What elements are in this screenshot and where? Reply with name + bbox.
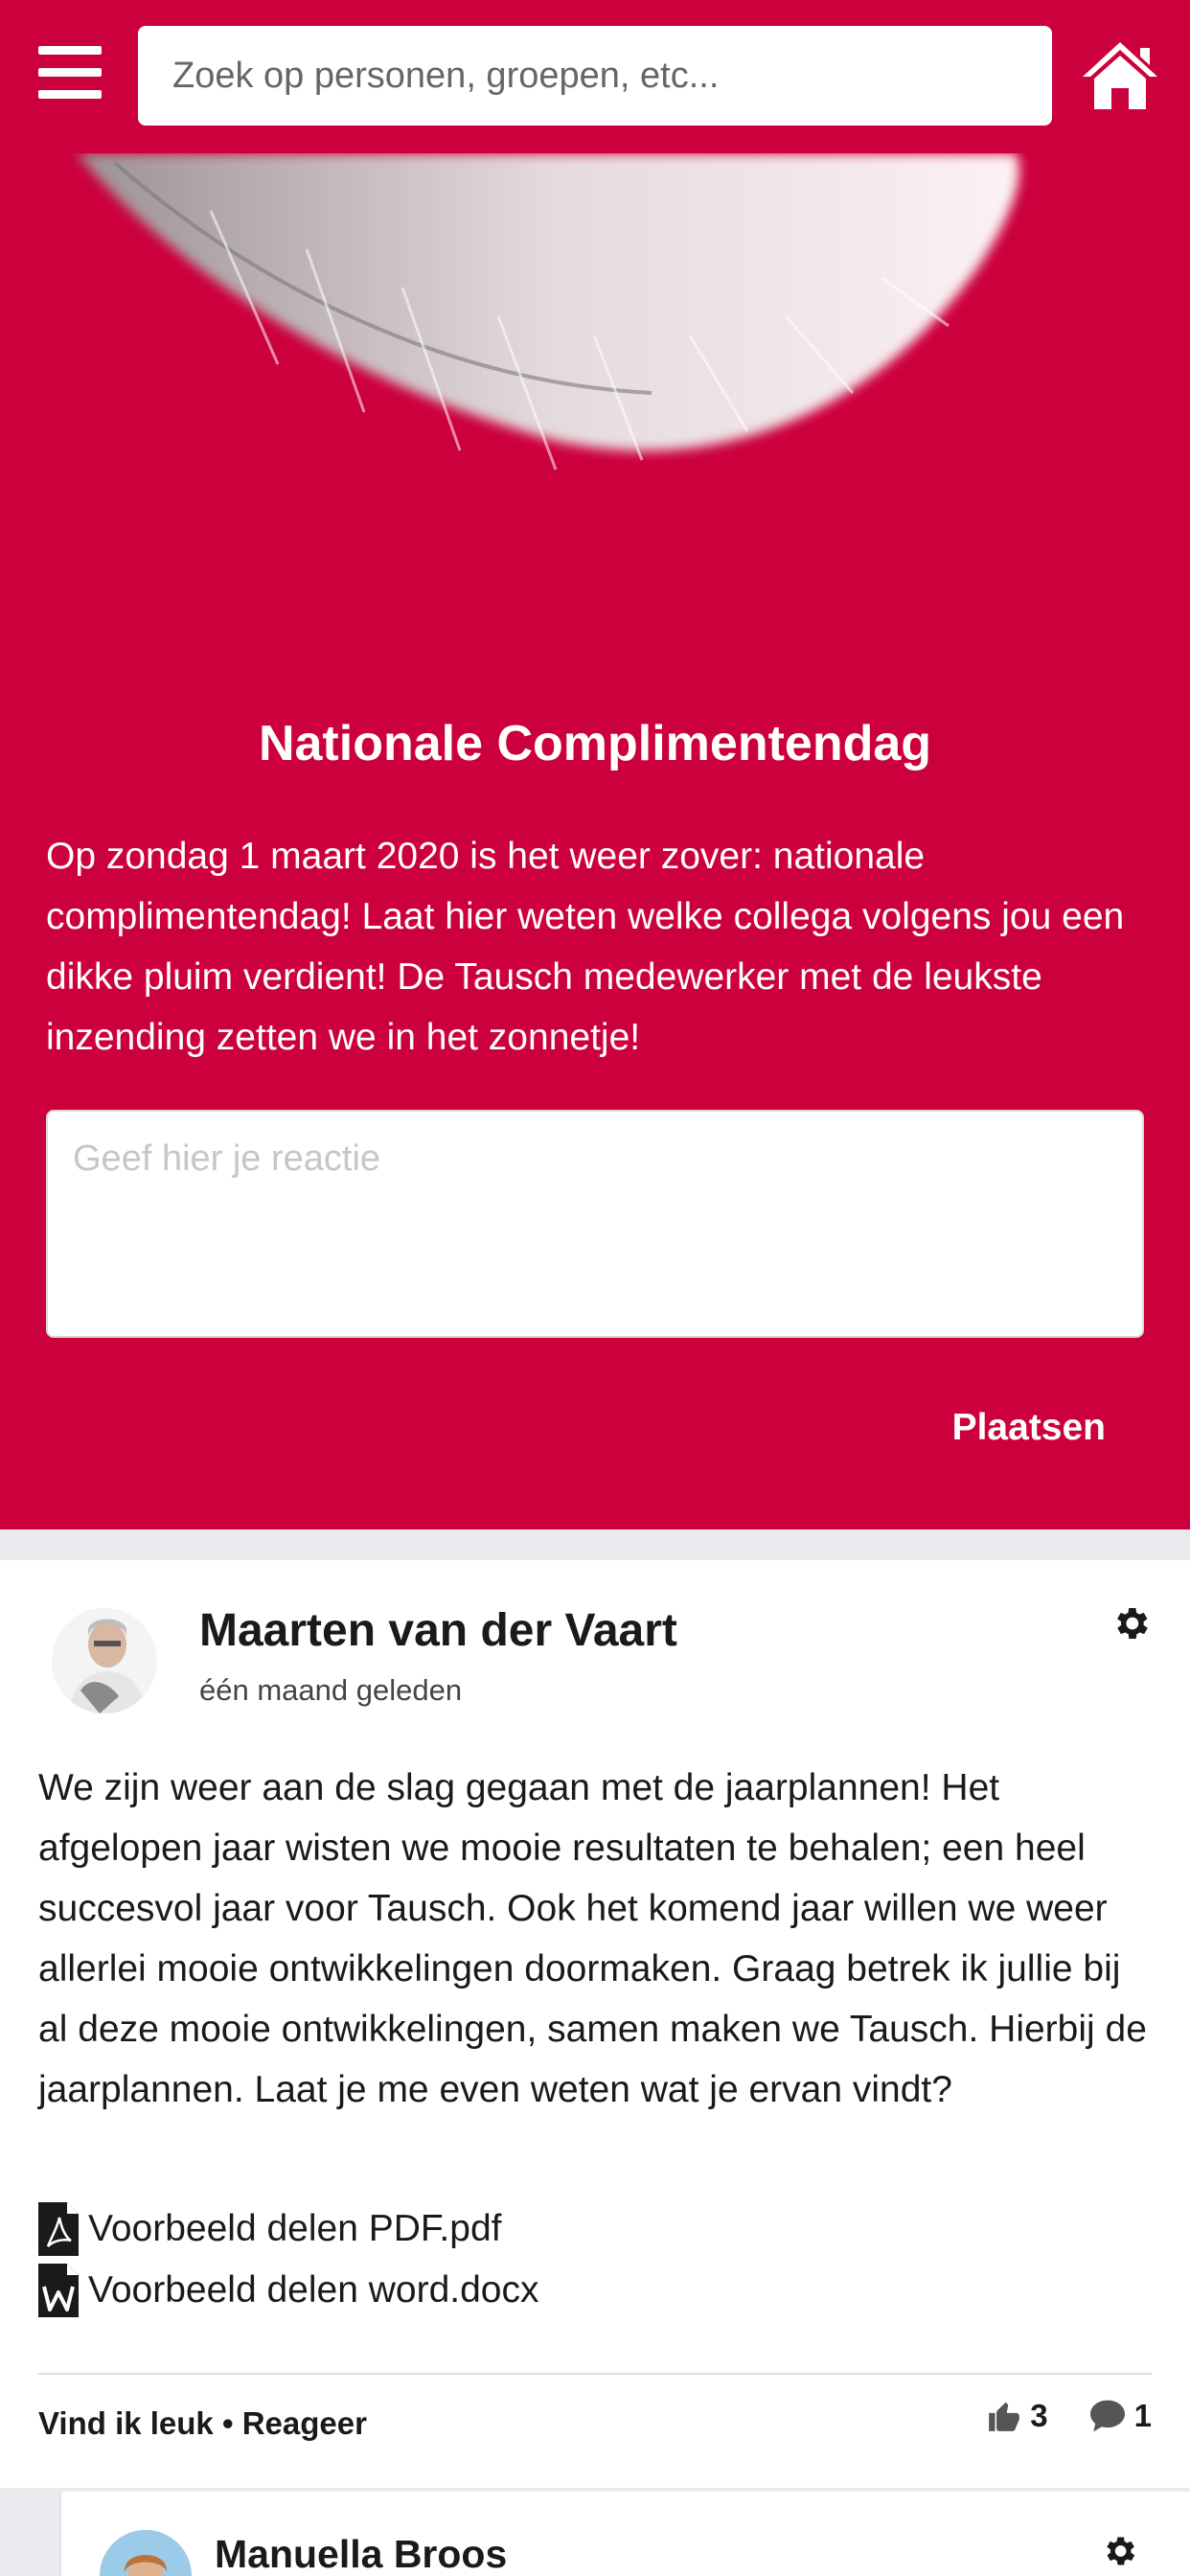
like-button[interactable]: Vind ik leuk xyxy=(38,2405,214,2441)
attachment-name: Voorbeeld delen word.docx xyxy=(88,2269,539,2311)
comment-count-value: 1 xyxy=(1133,2398,1152,2433)
hero-banner: Nationale Complimentendag Op zondag 1 ma… xyxy=(0,153,1190,1530)
like-count-value: 3 xyxy=(1030,2398,1048,2433)
word-file-icon xyxy=(38,2264,79,2317)
attachment-name: Voorbeeld delen PDF.pdf xyxy=(88,2208,502,2249)
reply-input[interactable] xyxy=(46,1110,1144,1338)
hero-description: Op zondag 1 maart 2020 is het weer zover… xyxy=(46,836,1125,1058)
comment-card: Manuella Broos xyxy=(59,2492,1190,2576)
avatar[interactable] xyxy=(100,2530,192,2576)
post-button[interactable]: Plaatsen xyxy=(952,1407,1106,1449)
avatar[interactable] xyxy=(52,1608,157,1714)
thumbs-up-icon xyxy=(989,2402,1020,2431)
pdf-file-icon xyxy=(38,2202,79,2256)
post-card: Maarten van der Vaart één maand geleden … xyxy=(0,1560,1190,2488)
like-count[interactable]: 3 xyxy=(986,2398,1048,2434)
gear-icon[interactable] xyxy=(1110,1602,1152,1644)
hamburger-icon[interactable] xyxy=(38,46,102,100)
feather-image xyxy=(77,153,1019,471)
post-stats: 3 1 xyxy=(946,2398,1152,2434)
home-icon[interactable] xyxy=(1079,38,1161,111)
person-photo xyxy=(52,1608,157,1714)
attachment-pdf[interactable]: Voorbeeld delen PDF.pdf xyxy=(38,2202,501,2256)
post-timestamp: één maand geleden xyxy=(199,1673,463,1707)
separator: • xyxy=(221,2405,242,2441)
search-input[interactable] xyxy=(138,26,1052,126)
post-author[interactable]: Maarten van der Vaart xyxy=(199,1604,677,1657)
hero-title: Nationale Complimentendag xyxy=(258,716,932,771)
top-bar xyxy=(0,0,1190,153)
post-body: We zijn weer aan de slag gegaan met de j… xyxy=(38,1767,1147,2110)
person-photo xyxy=(100,2530,192,2576)
gear-icon[interactable] xyxy=(1100,2532,1138,2570)
reply-button[interactable]: Reageer xyxy=(242,2405,367,2441)
divider xyxy=(38,2373,1152,2375)
comment-icon xyxy=(1089,2400,1125,2432)
comment-author[interactable]: Manuella Broos xyxy=(215,2532,507,2576)
comment-count[interactable]: 1 xyxy=(1088,2398,1152,2434)
post-actions: Vind ik leuk • Reageer xyxy=(38,2405,367,2442)
attachment-word[interactable]: Voorbeeld delen word.docx xyxy=(38,2264,539,2317)
